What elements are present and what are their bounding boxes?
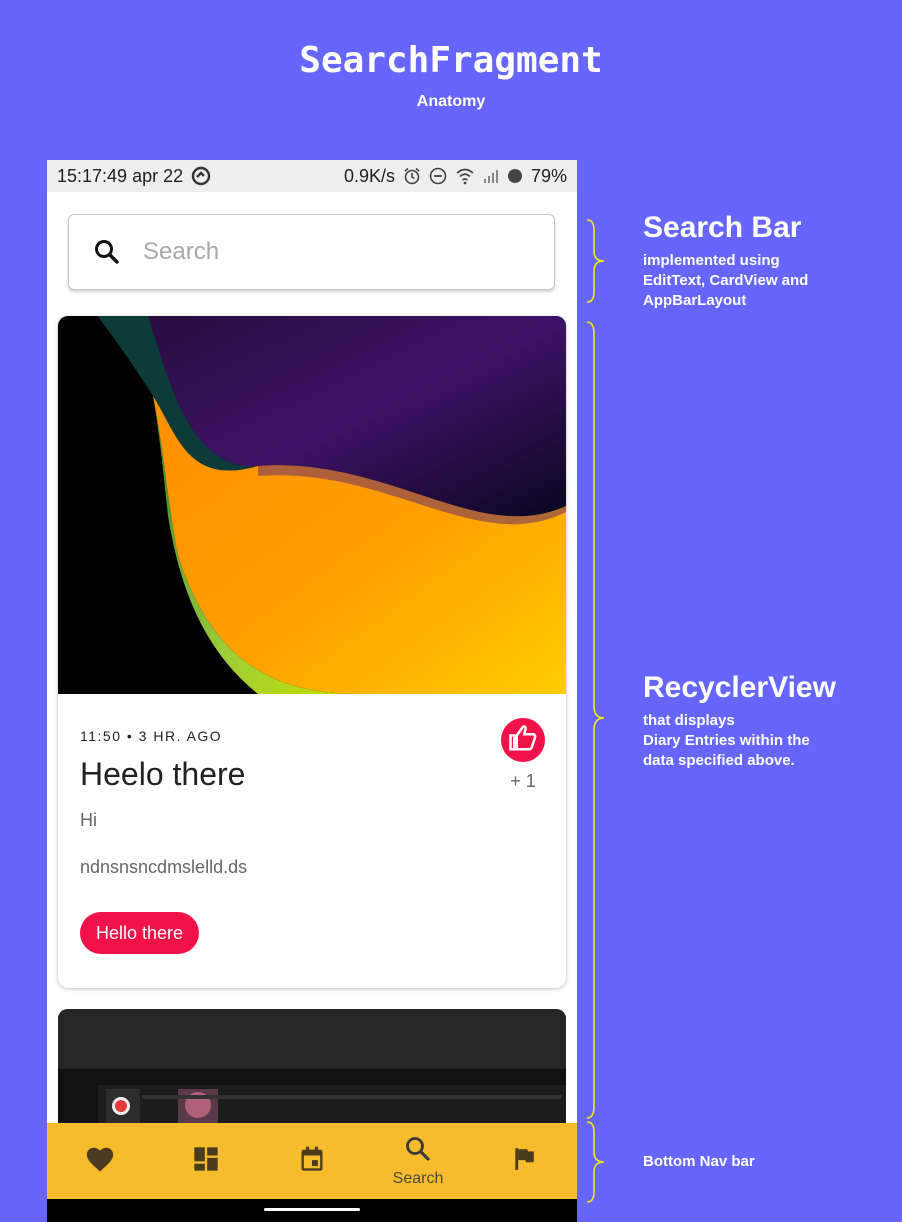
dashboard-icon	[192, 1145, 220, 1178]
like-count: + 1	[510, 771, 536, 791]
phone-screen: 15:17:49 apr 22 0.9K/s 79% Search 11:50 …	[47, 160, 577, 1222]
diary-entry-card[interactable]: 11:50 • 3 HR. AGO Heelo there Hi ndnsnsn…	[58, 316, 566, 988]
search-bar-brace	[586, 219, 605, 303]
like-button[interactable]	[501, 718, 545, 762]
tag-chip[interactable]: Hello there	[80, 912, 200, 954]
nav-item-label: Search	[392, 1169, 444, 1187]
sync-icon	[191, 166, 211, 186]
search-bar[interactable]	[68, 214, 555, 290]
system-nav-bar	[47, 1199, 577, 1222]
search-icon	[93, 238, 121, 266]
nav-item-dashboard[interactable]	[166, 1145, 246, 1178]
nav-item-favorites[interactable]	[60, 1145, 140, 1178]
flag-icon	[511, 1145, 537, 1178]
home-handle[interactable]	[264, 1208, 360, 1211]
page-subtitle: Anatomy	[416, 93, 486, 110]
annotation-bottom-nav-heading: Bottom Nav bar	[643, 1153, 755, 1170]
annotation-search-bar-heading: Search Bar	[643, 211, 802, 244]
wifi-icon	[455, 167, 475, 185]
dnd-icon	[429, 167, 447, 185]
status-speed: 0.9K/s	[343, 165, 395, 186]
annotation-search-bar-text-3: AppBarLayout	[643, 292, 747, 309]
page-title: SearchFragment	[299, 40, 603, 81]
search-input[interactable]	[143, 238, 523, 266]
annotation-search-bar-text-1: implemented using	[643, 252, 780, 269]
annotation-recyclerview-text-3: data specified above.	[643, 752, 795, 769]
entry-meta: 11:50 • 3 HR. AGO	[80, 728, 223, 744]
status-bar: 15:17:49 apr 22 0.9K/s 79%	[47, 160, 577, 192]
recyclerview-brace	[586, 321, 605, 1119]
status-battery: 79%	[530, 165, 567, 186]
bottom-nav: Search	[47, 1123, 577, 1199]
calendar-icon	[298, 1145, 326, 1178]
thumbs-up-icon	[508, 723, 538, 758]
entry-image	[58, 316, 566, 694]
status-time: 15:17:49 apr 22	[57, 165, 184, 186]
nav-item-calendar[interactable]	[272, 1145, 352, 1178]
annotation-recyclerview-text-2: Diary Entries within the	[643, 732, 810, 749]
search-icon	[404, 1135, 432, 1168]
entry-title: Heelo there	[80, 756, 246, 792]
annotation-recyclerview-heading: RecyclerView	[643, 671, 836, 704]
signal-icon	[483, 168, 499, 184]
heart-icon	[85, 1145, 115, 1178]
alarm-icon	[403, 167, 421, 185]
nav-item-search[interactable]: Search	[378, 1135, 458, 1188]
entry-body: Hi	[80, 810, 97, 830]
annotation-recyclerview-text-1: that displays	[643, 712, 735, 729]
entry-body-secondary: ndnsnsncdmslelld.ds	[80, 857, 248, 877]
bottom-nav-brace	[586, 1121, 605, 1203]
battery-dot-icon	[507, 168, 523, 184]
annotation-search-bar-text-2: EditText, CardView and	[643, 272, 809, 289]
nav-item-flag[interactable]	[484, 1145, 564, 1178]
